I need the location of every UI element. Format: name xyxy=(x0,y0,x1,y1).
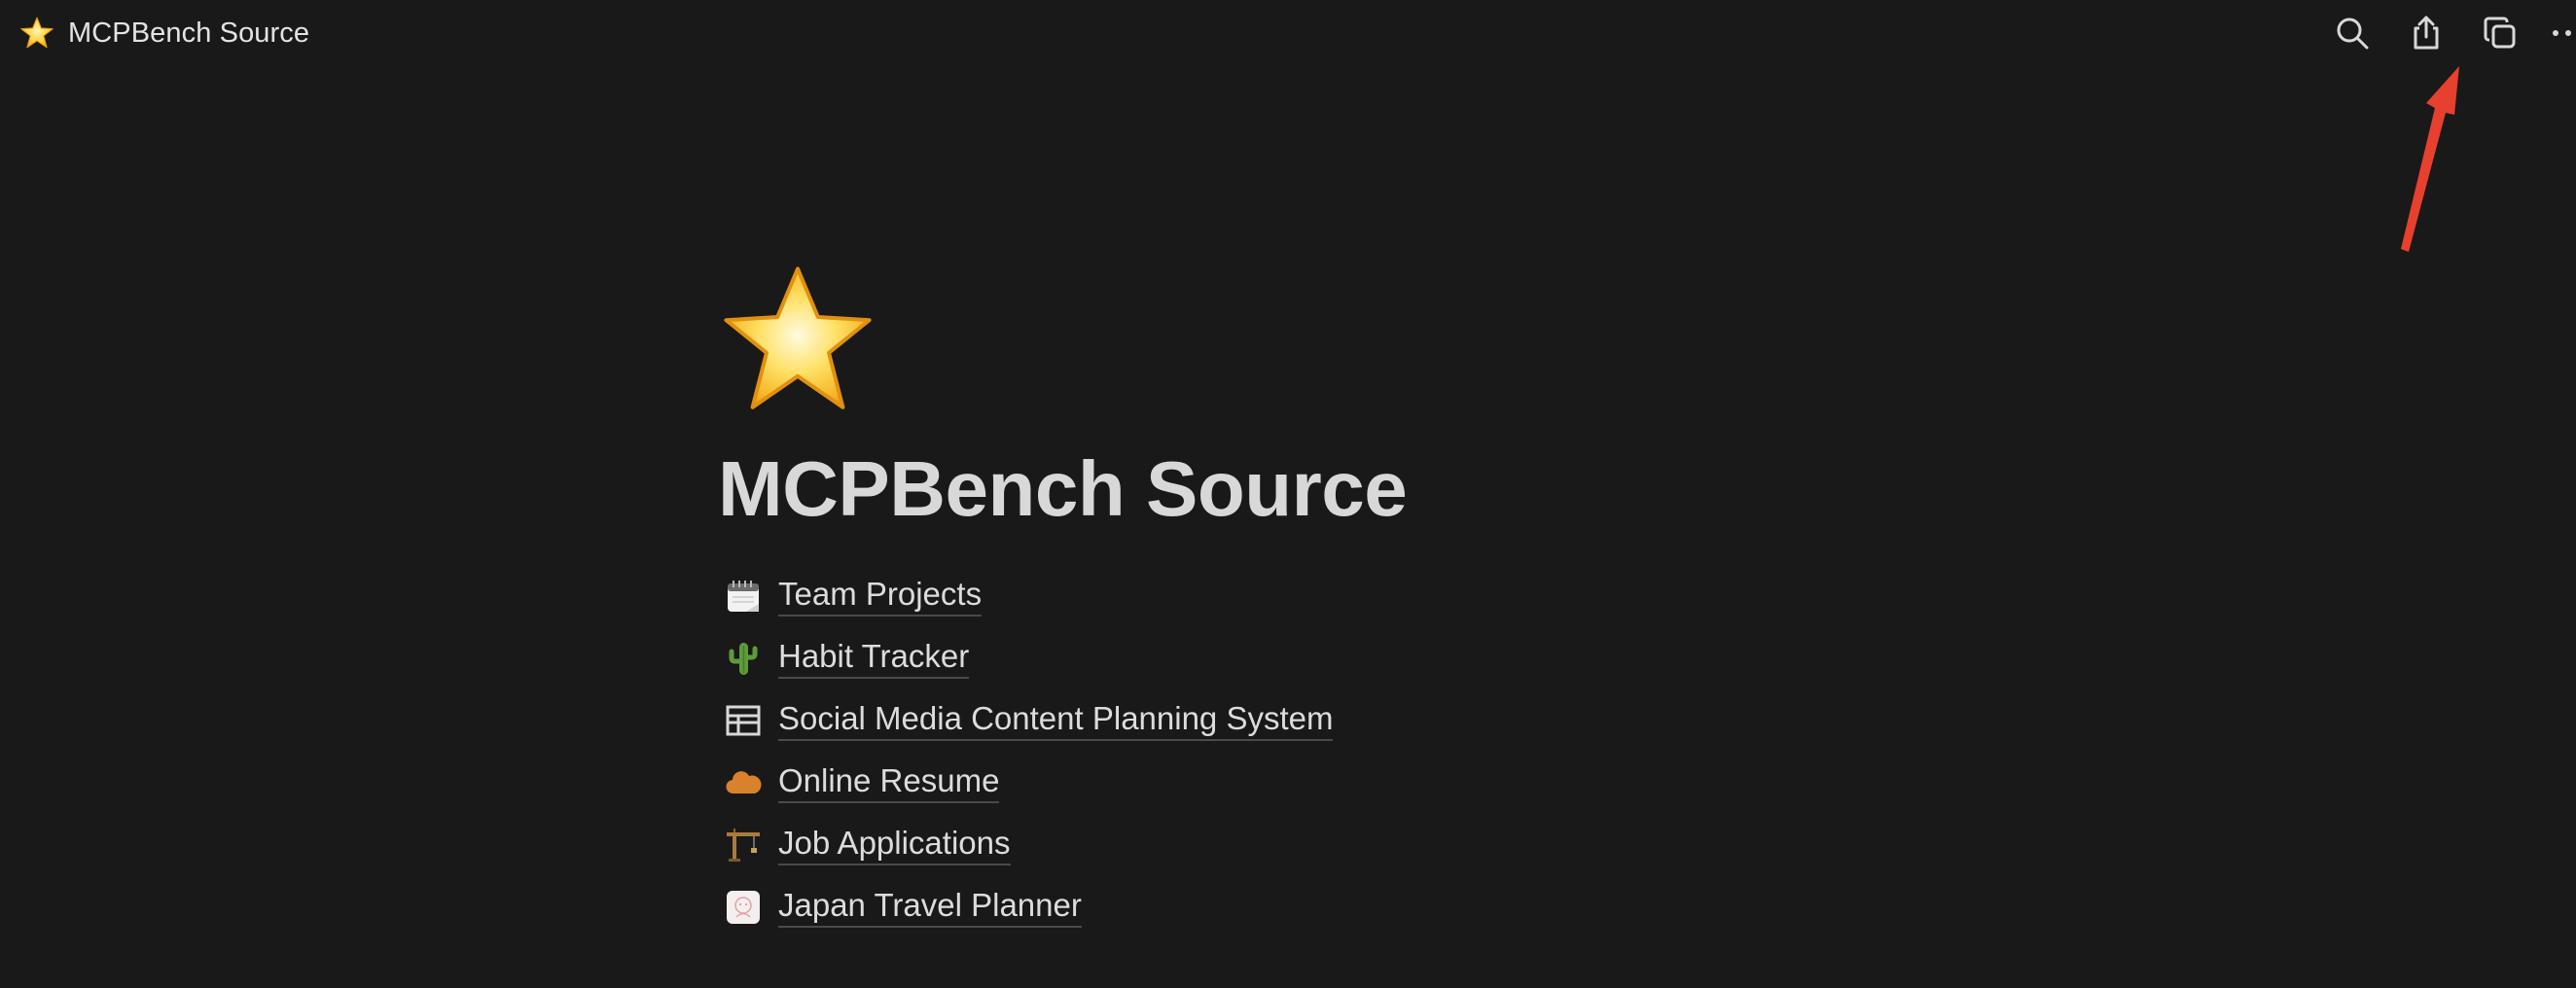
star-icon[interactable] xyxy=(718,263,877,418)
search-icon xyxy=(2337,18,2369,50)
share-button[interactable] xyxy=(2403,10,2450,56)
subpage-link-label: Social Media Content Planning System xyxy=(778,700,1334,741)
top-bar: MCPBench Source xyxy=(0,0,2576,66)
subpage-link-online-resume[interactable]: Online Resume xyxy=(718,752,1885,814)
star-icon xyxy=(20,17,54,49)
page-content: MCPBench Source Team Projects Habit Trac… xyxy=(718,263,1885,954)
breadcrumb[interactable]: MCPBench Source xyxy=(19,14,309,53)
subpage-list: Team Projects Habit Tracker Social Media… xyxy=(718,565,1885,938)
subpage-link-habit-tracker[interactable]: Habit Tracker xyxy=(718,627,1885,689)
breadcrumb-title: MCPBench Source xyxy=(68,17,310,49)
subpage-link-team-projects[interactable]: Team Projects xyxy=(718,565,1885,627)
subpage-link-job-applications[interactable]: Job Applications xyxy=(718,814,1885,876)
page-title: MCPBench Source xyxy=(718,445,1408,532)
subpage-link-label: Habit Tracker xyxy=(778,638,970,679)
subpage-link-label: Online Resume xyxy=(778,762,1000,803)
duplicate-button[interactable] xyxy=(2477,10,2523,56)
cloud-icon xyxy=(724,763,763,802)
more-button[interactable] xyxy=(2545,10,2576,56)
layout-icon xyxy=(724,701,763,740)
subpage-link-label: Team Projects xyxy=(778,576,983,617)
crane-icon xyxy=(724,826,763,864)
calendar-icon xyxy=(724,577,763,616)
more-icon xyxy=(2553,30,2571,36)
japan-postcard-icon xyxy=(724,888,763,927)
cactus-icon xyxy=(724,639,763,678)
subpage-link-label: Job Applications xyxy=(778,825,1011,865)
duplicate-icon xyxy=(2484,17,2516,49)
annotation-arrow-icon xyxy=(2401,66,2459,252)
subpage-link-label: Japan Travel Planner xyxy=(778,887,1082,928)
share-icon xyxy=(2414,16,2439,50)
search-button[interactable] xyxy=(2329,10,2376,56)
subpage-link-japan-travel[interactable]: Japan Travel Planner xyxy=(718,876,1885,938)
subpage-link-social-media[interactable]: Social Media Content Planning System xyxy=(718,689,1885,752)
